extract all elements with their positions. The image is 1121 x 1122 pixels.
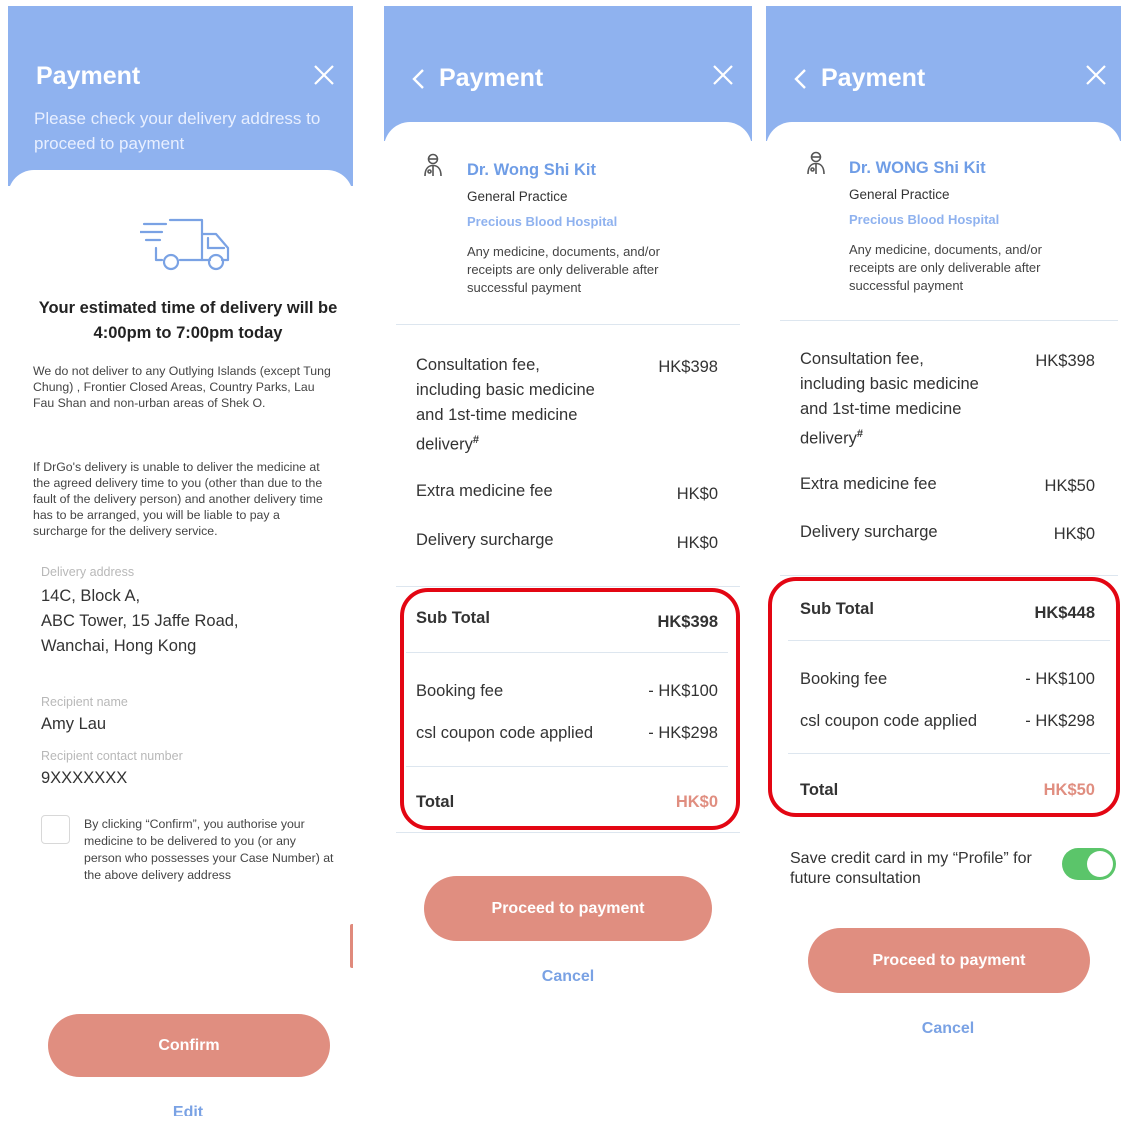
doctor-specialty: General Practice (467, 189, 568, 204)
divider (396, 832, 740, 833)
consultation-fee-label: Consultation fee, including basic medici… (800, 350, 979, 448)
header: Payment (384, 6, 752, 141)
cancel-link[interactable]: Cancel (894, 1020, 1002, 1038)
close-icon[interactable] (1085, 64, 1107, 86)
doctor-icon (424, 153, 442, 177)
page-title: Payment (439, 64, 544, 92)
side-tab (350, 924, 353, 968)
proceed-to-payment-button[interactable]: Proceed to payment (424, 876, 712, 941)
payment-summary-screen-save-card: Payment Dr. WONG Shi Kit General Practic… (766, 6, 1121, 1116)
confirm-button[interactable]: Confirm (48, 1014, 330, 1077)
contact-number-value: 9XXXXXXX (41, 769, 128, 787)
address-label: Delivery address (41, 565, 135, 579)
extra-medicine-fee-value: HK$50 (1044, 477, 1095, 495)
delivery-surcharge-label: Delivery surcharge (416, 531, 554, 549)
save-card-toggle[interactable] (1062, 848, 1116, 880)
close-icon[interactable] (313, 64, 335, 86)
delivery-surcharge-value: HK$0 (676, 534, 718, 552)
doctor-name: Dr. Wong Shi Kit (467, 161, 596, 179)
contact-number-label: Recipient contact number (41, 749, 183, 763)
consultation-fee-value: HK$398 (1035, 352, 1095, 370)
doctor-specialty: General Practice (849, 187, 950, 202)
consent-checkbox[interactable] (41, 815, 70, 844)
payment-summary-screen: Payment Dr. Wong Shi Kit General Practic… (384, 6, 752, 1116)
divider (780, 575, 1118, 576)
delivery-surcharge-label: Delivery surcharge (800, 523, 938, 541)
highlight-annotation (400, 588, 740, 830)
close-icon[interactable] (712, 64, 734, 86)
consultation-fee-value: HK$398 (658, 358, 718, 376)
cancel-link[interactable]: Cancel (514, 968, 622, 986)
header: Payment (766, 6, 1121, 141)
back-icon[interactable] (790, 66, 812, 92)
extra-medicine-fee-label: Extra medicine fee (416, 482, 553, 500)
divider (396, 586, 740, 587)
delivery-eta: Your estimated time of delivery will be … (38, 299, 338, 342)
delivery-area-notice: We do not deliver to any Outlying Island… (33, 364, 331, 410)
extra-medicine-fee-value: HK$0 (676, 485, 718, 503)
toggle-knob (1087, 851, 1113, 877)
highlight-annotation (768, 577, 1120, 817)
consent-text: By clicking “Confirm”, you authorise you… (84, 817, 334, 882)
page-subtitle: Please check your delivery address to pr… (34, 109, 321, 153)
recipient-name-value: Amy Lau (41, 715, 107, 733)
divider (396, 324, 740, 325)
save-card-label: Save credit card in my “Profile” for fut… (790, 850, 1032, 887)
proceed-to-payment-button[interactable]: Proceed to payment (808, 928, 1090, 993)
surcharge-notice: If DrGo's delivery is unable to deliver … (33, 460, 323, 538)
truck-icon (140, 218, 230, 271)
header: Payment Please check your delivery addre… (8, 6, 353, 186)
hospital-name: Precious Blood Hospital (849, 212, 1000, 227)
doctor-name: Dr. WONG Shi Kit (849, 159, 986, 177)
delivery-note: Any medicine, documents, and/or receipts… (849, 242, 1042, 293)
delivery-confirm-screen: Payment Please check your delivery addre… (8, 6, 353, 1116)
hospital-name: Precious Blood Hospital (467, 214, 618, 229)
back-icon[interactable] (408, 66, 430, 92)
recipient-name-label: Recipient name (41, 695, 128, 709)
page-title: Payment (36, 62, 141, 90)
doctor-icon (807, 151, 825, 175)
address-line-1: 14C, Block A, (41, 587, 141, 605)
delivery-note: Any medicine, documents, and/or receipts… (467, 244, 660, 295)
address-line-2: ABC Tower, 15 Jaffe Road, (41, 612, 239, 630)
delivery-surcharge-value: HK$0 (1053, 525, 1095, 543)
page-title: Payment (821, 64, 926, 92)
address-line-3: Wanchai, Hong Kong (41, 637, 197, 655)
extra-medicine-fee-label: Extra medicine fee (800, 475, 937, 493)
divider (780, 320, 1118, 321)
edit-link[interactable]: Edit (148, 1104, 228, 1116)
consultation-fee-label: Consultation fee, including basic medici… (416, 356, 595, 454)
